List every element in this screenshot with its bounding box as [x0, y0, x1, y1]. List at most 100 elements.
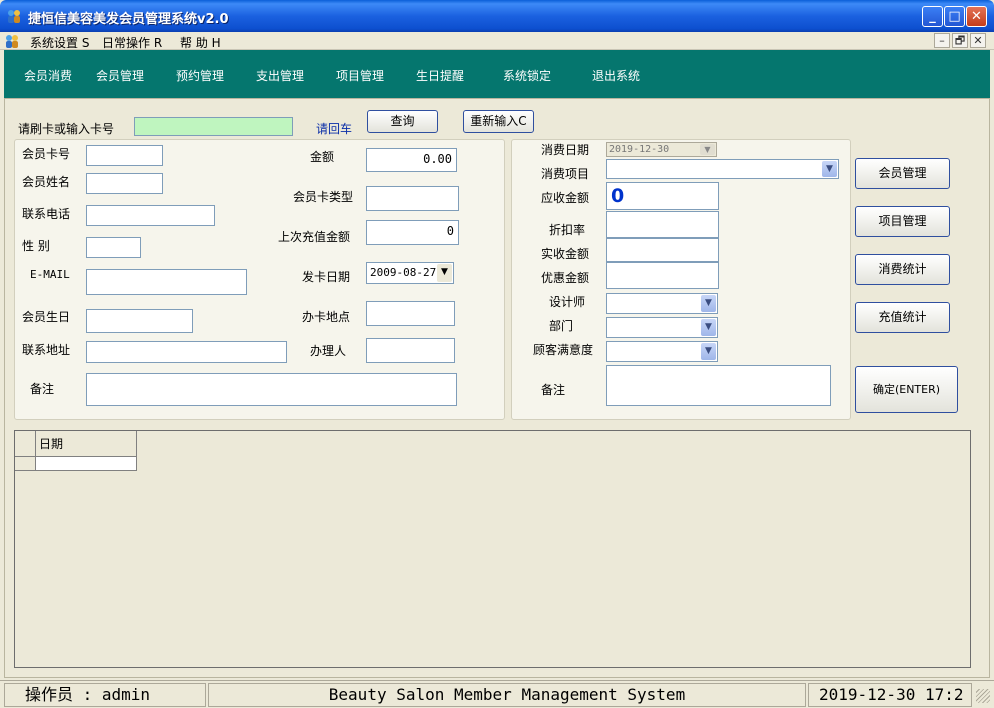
receivable-field[interactable]: 0	[606, 182, 719, 210]
department-select[interactable]: ▼	[606, 317, 718, 338]
consume-date-picker[interactable]: 2019-12-30 ▼	[606, 142, 717, 157]
promo-amount-field[interactable]	[606, 262, 719, 289]
member-gender-field[interactable]	[86, 237, 141, 258]
mdi-minimize-button[interactable]: –	[934, 33, 950, 48]
toolbar-appointment-management[interactable]: 预约管理	[176, 67, 224, 84]
member-email-label: E-MAIL	[30, 268, 70, 281]
consume-item-label: 消费项目	[541, 167, 590, 181]
last-recharge-label: 上次充值金额	[278, 230, 351, 244]
consume-date-value: 2019-12-30	[609, 144, 670, 155]
status-datetime: 2019-12-30 17:2	[808, 683, 972, 707]
actual-amount-field[interactable]	[606, 238, 719, 262]
member-email-field[interactable]	[86, 269, 247, 295]
toolbar-member-consume[interactable]: 会员消费	[24, 67, 72, 84]
toolbar-member-management[interactable]: 会员管理	[96, 67, 144, 84]
satisfaction-select[interactable]: ▼	[606, 341, 718, 362]
grid-body: 日期	[15, 431, 970, 667]
window-title: 捷恒信美容美发会员管理系统v2.0	[28, 12, 229, 27]
app-icon	[8, 10, 20, 23]
toolbar-item-management[interactable]: 项目管理	[336, 67, 384, 84]
last-recharge-field[interactable]: 0	[366, 220, 459, 245]
recharge-statistics-button[interactable]: 充值统计	[855, 302, 950, 333]
member-card-no-label: 会员卡号	[22, 147, 71, 161]
toolbar-system-lock[interactable]: 系统锁定	[503, 67, 551, 84]
app-small-icon	[6, 35, 18, 48]
consume-date-label: 消费日期	[541, 143, 590, 157]
member-card-no-field[interactable]	[86, 145, 163, 166]
chevron-down-icon[interactable]: ▼	[701, 343, 716, 360]
issue-date-value: 2009-08-27	[370, 266, 437, 279]
member-note-label: 备注	[30, 382, 55, 396]
toolbar-exit-system[interactable]: 退出系统	[592, 67, 640, 84]
chevron-down-icon[interactable]: ▼	[822, 161, 837, 177]
member-birthday-label: 会员生日	[22, 310, 71, 324]
chevron-down-icon[interactable]: ▼	[701, 319, 716, 336]
satisfaction-label: 顾客满意度	[533, 343, 594, 357]
member-note-field[interactable]	[86, 373, 457, 406]
grid-header-date[interactable]: 日期	[36, 431, 137, 457]
press-enter-hint: 请回车	[316, 122, 353, 136]
grid-corner-cell	[15, 431, 36, 457]
consume-item-select[interactable]: ▼	[606, 159, 839, 179]
member-gender-label: 性 别	[22, 239, 50, 253]
mdi-restore-button[interactable]: 🗗	[952, 33, 968, 48]
chevron-down-icon[interactable]: ▼	[701, 295, 716, 312]
toolbar: 会员消费 会员管理 预约管理 支出管理 项目管理 生日提醒 系统锁定 退出系统	[4, 50, 990, 98]
member-address-label: 联系地址	[22, 343, 71, 357]
member-address-field[interactable]	[86, 341, 287, 363]
card-type-label: 会员卡类型	[293, 190, 354, 204]
menu-help[interactable]: 帮 助 H	[180, 34, 221, 51]
title-bar: 捷恒信美容美发会员管理系统v2.0 _ □ ✕	[0, 0, 994, 32]
card-search-label: 请刷卡或输入卡号	[18, 122, 115, 136]
menu-daily-operations[interactable]: 日常操作 R	[102, 34, 162, 51]
resize-grip[interactable]	[976, 689, 990, 703]
consume-note-label: 备注	[541, 383, 566, 397]
handler-field[interactable]	[366, 338, 455, 363]
toolbar-birthday-reminder[interactable]: 生日提醒	[416, 67, 464, 84]
status-operator: 操作员 : admin	[4, 683, 206, 707]
records-grid[interactable]: 日期	[14, 430, 971, 668]
amount-label: 金额	[310, 150, 335, 164]
chevron-down-icon[interactable]: ▼	[700, 144, 715, 155]
member-name-label: 会员姓名	[22, 175, 71, 189]
card-type-field[interactable]	[366, 186, 459, 211]
consume-note-field[interactable]	[606, 365, 831, 406]
menu-bar: 系统设置 S 日常操作 R 帮 助 H – 🗗 ✕	[0, 32, 994, 50]
discount-field[interactable]	[606, 211, 719, 238]
query-button[interactable]: 查询	[367, 110, 438, 133]
grid-cell-date[interactable]	[36, 457, 137, 471]
handler-label: 办理人	[310, 344, 347, 358]
receivable-label: 应收金额	[541, 191, 590, 205]
reset-input-button[interactable]: 重新输入C	[463, 110, 534, 133]
amount-field[interactable]: 0.00	[366, 148, 457, 172]
issue-date-picker[interactable]: 2009-08-27 ▼	[366, 262, 454, 284]
menu-system-settings[interactable]: 系统设置 S	[30, 34, 89, 51]
minimize-button[interactable]: _	[922, 6, 943, 27]
mdi-close-button[interactable]: ✕	[970, 33, 986, 48]
toolbar-expense-management[interactable]: 支出管理	[256, 67, 304, 84]
promo-amount-label: 优惠金额	[541, 271, 590, 285]
designer-label: 设计师	[549, 295, 586, 309]
receivable-value: 0	[611, 185, 625, 207]
card-location-field[interactable]	[366, 301, 455, 326]
status-bar: 操作员 : admin Beauty Salon Member Manageme…	[0, 680, 994, 708]
designer-select[interactable]: ▼	[606, 293, 718, 314]
maximize-button[interactable]: □	[944, 6, 965, 27]
issue-date-label: 发卡日期	[302, 270, 351, 284]
chevron-down-icon[interactable]: ▼	[437, 264, 452, 282]
member-management-button[interactable]: 会员管理	[855, 158, 950, 189]
department-label: 部门	[549, 319, 574, 333]
confirm-enter-button[interactable]: 确定(ENTER)	[855, 366, 958, 413]
close-button[interactable]: ✕	[966, 6, 987, 27]
item-management-button[interactable]: 项目管理	[855, 206, 950, 237]
grid-row-header[interactable]	[15, 457, 36, 471]
member-birthday-field[interactable]	[86, 309, 193, 333]
card-number-input[interactable]	[134, 117, 293, 136]
card-location-label: 办卡地点	[302, 310, 351, 324]
member-phone-label: 联系电话	[22, 207, 71, 221]
actual-amount-label: 实收金额	[541, 247, 590, 261]
member-name-field[interactable]	[86, 173, 163, 194]
consume-statistics-button[interactable]: 消费统计	[855, 254, 950, 285]
status-system-name: Beauty Salon Member Management System	[208, 683, 806, 707]
member-phone-field[interactable]	[86, 205, 215, 226]
